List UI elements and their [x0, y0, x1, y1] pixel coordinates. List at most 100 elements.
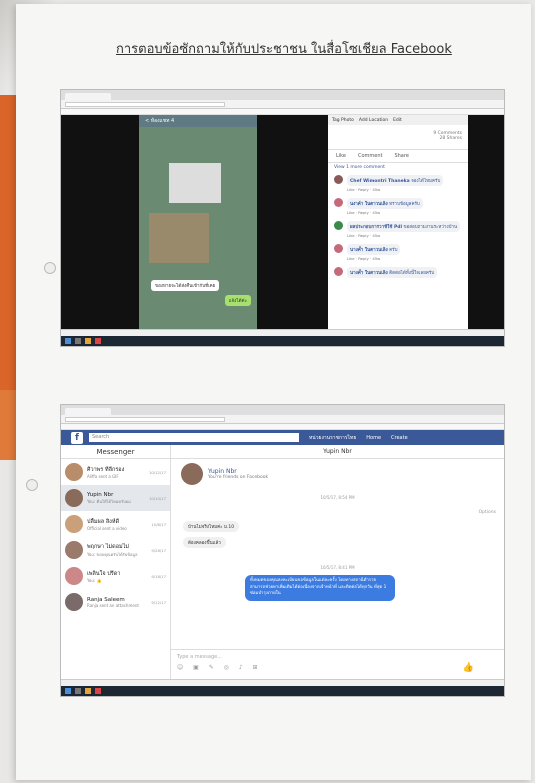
comment-item: Chef Wimontri Thaneka จองได้ไหมครับ Like…: [328, 172, 468, 195]
facebook-top-bar: f Search หน่วยงานราชการไทย Home Create: [61, 430, 504, 445]
commenter-name[interactable]: นางค้ำ ในตาวนเลิง: [350, 271, 388, 276]
comment-button[interactable]: Comment: [358, 153, 383, 159]
conversation-preview: Aliffa sent a GIF: [87, 473, 119, 479]
photo-viewer: < ห้องแชท 4 ของหายจะได้ส่งคืนเข้ากับที่เ…: [61, 115, 504, 329]
explorer-icon[interactable]: [85, 688, 91, 694]
binder-hole-lower: [26, 479, 38, 491]
comment-actions[interactable]: Like · Reply · 45w: [347, 187, 443, 192]
search-taskbar-icon[interactable]: [75, 338, 81, 344]
conversation-name: ศิวาพร ที่ลีกรอง: [87, 466, 125, 473]
browser-tab-bar: [61, 90, 504, 100]
explorer-icon[interactable]: [85, 338, 91, 344]
conversation-preview: Ranja sent an attachment: [87, 602, 139, 608]
incoming-message: บ้านไม่จริงไหมค่ะ ม.10: [183, 521, 240, 532]
conversation-item[interactable]: พฤกษา ไม่ดอมไม่ You: ขอบคุณครับได้รับข้อม…: [61, 537, 170, 563]
commenter-avatar: [334, 244, 343, 253]
like-button[interactable]: Like: [336, 153, 346, 159]
contact-subtitle: You're friends on Facebook: [208, 475, 269, 480]
conversation-name: พฤกษา ไม่ดอมไม่: [87, 543, 130, 550]
avatar: [65, 593, 83, 611]
thumbs-up-icon[interactable]: 👍: [463, 663, 474, 673]
composer-tools-icon[interactable]: ☺ ▣ ✎ ◎ ♪ ⊞: [177, 664, 498, 671]
conversation-item[interactable]: Yupin Nbr You: คืนให้ได้ไหมครับผม 10/10/1…: [61, 485, 170, 511]
comment-text: ครับ: [389, 248, 398, 253]
binder-hole-upper: [44, 262, 56, 274]
start-icon[interactable]: [65, 338, 71, 344]
avatar: [65, 463, 83, 481]
conversation-item[interactable]: เพลินใจ ปรีดา You: 👍 9/18/17: [61, 563, 170, 589]
chat-header-title: Yupin Nbr: [171, 445, 504, 459]
start-icon[interactable]: [65, 688, 71, 694]
comment-actions[interactable]: Like · Reply · 45w: [347, 256, 400, 261]
facebook-search-input[interactable]: Search: [89, 433, 299, 442]
conversation-date: 9/12/17: [151, 599, 166, 605]
commenter-name[interactable]: ผลประกอบการวาชีใช้ Pdl: [350, 225, 402, 230]
view-more-comments[interactable]: View 1 more comment: [328, 163, 468, 172]
edit-link[interactable]: Edit: [393, 118, 402, 123]
avatar: [65, 489, 83, 507]
conversation-preview: You: คืนให้ได้ไหมครับผม: [87, 498, 131, 504]
contact-name[interactable]: Yupin Nbr: [208, 468, 268, 475]
conversation-preview: Official sent a video: [87, 525, 127, 531]
conversation-preview: You: ขอบคุณครับได้รับข้อมูล: [87, 551, 138, 557]
browser-tab: [65, 93, 111, 100]
nav-page-name[interactable]: หน่วยงานราชการไทย: [309, 434, 356, 442]
windows-taskbar: [61, 686, 504, 696]
id-card-photo: [169, 163, 221, 203]
conversation-item[interactable]: ปลื้มผล สิงห์ดี Official sent a video 10/…: [61, 511, 170, 537]
avatar: [65, 567, 83, 585]
commenter-name[interactable]: Chef Wimontri Thaneka: [350, 179, 410, 184]
phone-screenshot: < ห้องแชท 4 ของหายจะได้ส่งคืนเข้ากับที่เ…: [139, 115, 257, 329]
contact-info: Yupin Nbr You're friends on Facebook: [171, 459, 504, 489]
commenter-avatar: [334, 175, 343, 184]
facebook-logo-icon[interactable]: f: [71, 431, 83, 444]
messenger-title: Messenger: [61, 445, 170, 459]
browser-tab: [65, 408, 111, 415]
conversation-preview: You: 👍: [87, 577, 102, 583]
chat-timestamp: 10/5/17, 8:41 PM: [320, 565, 355, 570]
avatar: [65, 515, 83, 533]
chrome-icon[interactable]: [95, 688, 101, 694]
comment-actions[interactable]: Like · Reply · 45w: [347, 233, 460, 238]
chat-bubble-right: แจ้งได้ค่ะ: [224, 295, 251, 306]
wallet-photo: [149, 213, 209, 263]
nav-create[interactable]: Create: [391, 435, 408, 441]
message-input[interactable]: Type a message...: [177, 654, 498, 660]
commenter-name[interactable]: นงาค์า ในตาวนเลิง: [350, 202, 388, 207]
comment-item: นางค้ำ ในตาวนเลิง ครับ Like · Reply · 45…: [328, 241, 468, 264]
options-label[interactable]: Options: [479, 510, 496, 515]
share-button[interactable]: Share: [394, 153, 408, 159]
conversation-date: 9/28/17: [151, 547, 166, 553]
comment-actions[interactable]: Like · Reply · 45w: [347, 210, 423, 215]
add-location-link[interactable]: Add Location: [359, 118, 388, 123]
nav-home[interactable]: Home: [366, 435, 381, 441]
comments-count[interactable]: 9 Comments: [328, 125, 468, 136]
commenter-name[interactable]: นางค้ำ ในตาวนเลิง: [350, 248, 388, 253]
comment-item: ผลประกอบการวาชีใช้ Pdl ขอสอบถามงานระหว่า…: [328, 218, 468, 241]
screenshot-facebook-post: < ห้องแชท 4 ของหายจะได้ส่งคืนเข้ากับที่เ…: [60, 89, 505, 347]
facebook-comments-panel: Tag Photo Add Location Edit 9 Comments 2…: [328, 115, 468, 329]
conversation-name: เพลินใจ ปรีดา: [87, 570, 121, 577]
comment-item: นางค้ำ ในตาวนเลิง ติดต่อได้ทั้งนี้ใจเลยค…: [328, 264, 468, 281]
download-bar: [61, 329, 504, 336]
shares-count[interactable]: 28 Shares: [328, 136, 468, 141]
tag-photo-link[interactable]: Tag Photo: [332, 118, 354, 123]
conversation-date: 9/18/17: [151, 573, 166, 579]
conversation-item[interactable]: Ranja Saleem Ranja sent an attachment 9/1…: [61, 589, 170, 615]
comment-item: นงาค์า ในตาวนเลิง ทราบข้อมูลครับ Like · …: [328, 195, 468, 218]
message-composer: Type a message... ☺ ▣ ✎ ◎ ♪ ⊞ 👍: [171, 649, 504, 679]
orange-background-strip-lower: [0, 390, 16, 460]
comment-text: ขอสอบถามงานระหว่างบ้าน: [403, 225, 458, 230]
comment-text: ทราบข้อมูลครับ: [389, 202, 420, 207]
browser-address-bar: [61, 415, 504, 424]
incoming-message: ต้องคลองขึ้นแล้ว: [183, 537, 226, 548]
conversation-item[interactable]: ศิวาพร ที่ลีกรอง Aliffa sent a GIF 10/12/…: [61, 459, 170, 485]
conversation-name: ปลื้มผล สิงห์ดี: [87, 518, 120, 525]
search-taskbar-icon[interactable]: [75, 688, 81, 694]
chrome-icon[interactable]: [95, 338, 101, 344]
document-title: การตอบข้อซักถามให้กับประชาชน ในสื่อโซเชี…: [116, 42, 452, 57]
browser-tab-bar: [61, 405, 504, 415]
outgoing-message: ทั้งหมดของคุณลงทะเบียนขอข้อมูลในแต่ละครั…: [245, 575, 395, 601]
commenter-avatar: [334, 198, 343, 207]
phone-chat-header: < ห้องแชท 4: [139, 115, 257, 127]
